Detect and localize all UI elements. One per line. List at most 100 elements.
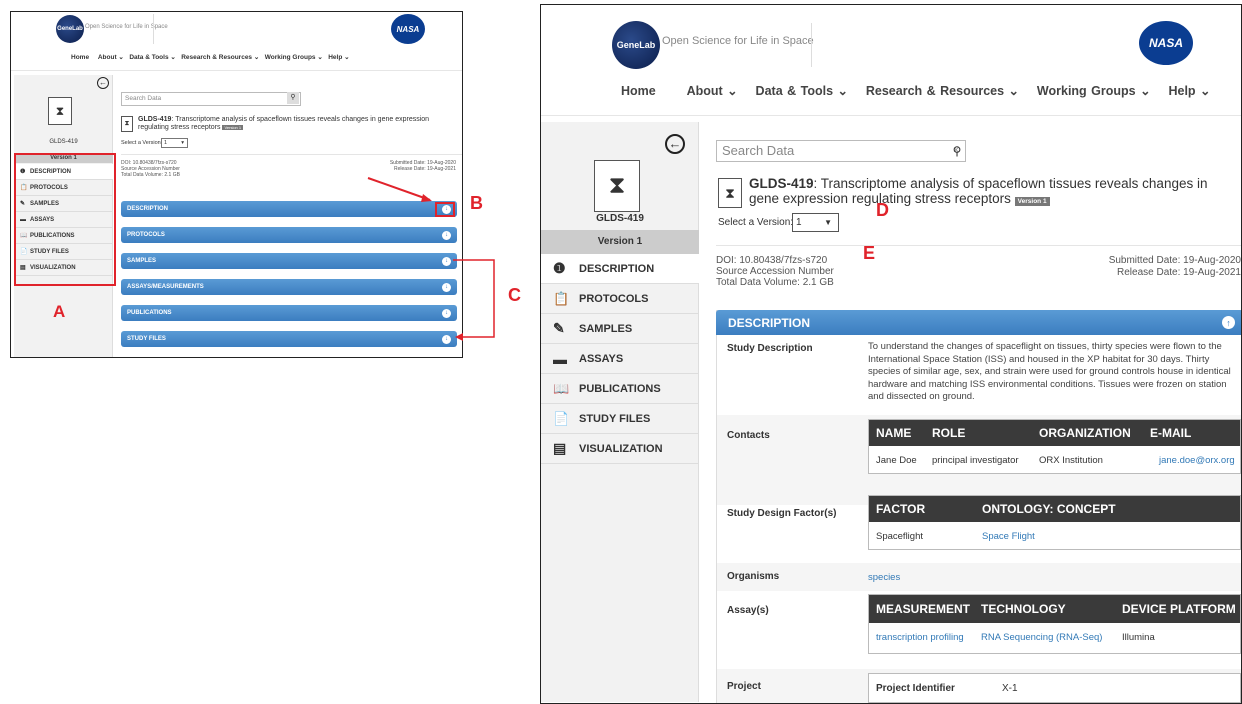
sidebar-item-protocols[interactable]: 📋 PROTOCOLS [541, 284, 699, 314]
nav-home[interactable]: Home [621, 84, 656, 98]
study-description-label: Study Description [727, 343, 813, 354]
contacts-label: Contacts [727, 430, 770, 441]
annotation-box-a [14, 153, 116, 286]
dataset-meta: DOI: 10.80438/7fzs-s720 Source Accession… [121, 160, 180, 178]
section-bar-study-files[interactable]: STUDY FILES ↓ [121, 331, 457, 347]
divider [716, 245, 1241, 246]
version-select[interactable]: 1 ▼ [792, 213, 839, 232]
assay-table-header: MEASUREMENT TECHNOLOGY DEVICE PLATFORM [869, 595, 1240, 623]
expand-icon[interactable]: ↓ [442, 282, 451, 292]
expand-icon[interactable]: ↓ [442, 334, 451, 344]
file-download-icon: 📄 [553, 410, 570, 426]
sidebar-version: Version 1 [541, 230, 699, 254]
section-bar-description[interactable]: DESCRIPTION ↑ [716, 310, 1241, 335]
contacts-table: NAME ROLE ORGANIZATION E-MAIL Jane Doe p… [868, 419, 1241, 474]
section-bar-description[interactable]: DESCRIPTION ↓ [121, 201, 457, 217]
bar-chart-icon: ▤ [553, 440, 567, 456]
nav-data-tools[interactable]: Data & Tools ⌄ [129, 54, 176, 61]
technology-link[interactable]: RNA Sequencing (RNA-Seq) [981, 632, 1102, 643]
sidebar-item-visualization[interactable]: ▤ VISUALIZATION [541, 434, 699, 464]
table-row: transcription profiling RNA Sequencing (… [876, 632, 1155, 643]
study-description-text: To understand the changes of spaceflight… [868, 341, 1231, 402]
dataset-dna-icon: ⧗ [718, 178, 742, 208]
genelab-logo[interactable]: GeneLab [612, 21, 660, 69]
collapse-sidebar-icon[interactable]: ← [97, 77, 109, 89]
nav-research[interactable]: Research & Resources ⌄ [866, 84, 1019, 98]
divider [121, 154, 462, 155]
pipette-icon: ✎ [553, 320, 565, 336]
expand-icon[interactable]: ↓ [442, 256, 451, 266]
sidebar-item-description[interactable]: ❶ DESCRIPTION [541, 254, 699, 284]
factor-table: FACTOR ONTOLOGY: CONCEPT Spaceflight Spa… [868, 495, 1241, 550]
collapse-icon[interactable]: ↑ [1222, 316, 1235, 329]
nav-divider [541, 115, 1241, 116]
doi: DOI: 10.80438/7fzs-s720 [716, 255, 828, 266]
header-divider [811, 23, 812, 67]
nasa-logo[interactable]: NASA [1139, 21, 1193, 65]
section-bar-publications[interactable]: PUBLICATIONS ↓ [121, 305, 457, 321]
section-bar-assays[interactable]: ASSAYS/MEASUREMENTS ↓ [121, 279, 457, 295]
ontology-link[interactable]: Space Flight [982, 531, 1035, 542]
sidebar-item-assays[interactable]: ▬ ASSAYS [541, 344, 699, 374]
dna-icon: ⧗ [48, 97, 72, 125]
factor-table-header: FACTOR ONTOLOGY: CONCEPT [869, 496, 1240, 522]
nav-about[interactable]: About ⌄ [687, 84, 738, 98]
source-accession: Source Accession Number [716, 266, 834, 277]
nav-help[interactable]: Help ⌄ [1168, 84, 1210, 98]
sidebar-item-study-files[interactable]: 📄 STUDY FILES [541, 404, 699, 434]
book-icon: 📖 [553, 380, 570, 396]
sidebar-dataset-id: GLDS-419 [596, 213, 644, 224]
dataset-dna-icon: ⧗ [121, 116, 133, 132]
table-row: Jane Doe principal investigator ORX Inst… [876, 455, 1235, 466]
clipboard-icon: 📋 [553, 290, 570, 306]
expand-icon[interactable]: ↓ [442, 230, 451, 240]
nav-working-groups[interactable]: Working Groups ⌄ [1037, 84, 1151, 98]
dataset-meta: DOI: 10.80438/7fzs-s720 Source Accession… [716, 255, 834, 288]
expand-icon[interactable]: ↓ [442, 308, 451, 318]
genelab-logo[interactable]: GeneLab [56, 15, 84, 43]
search-icon[interactable]: ⚲ [287, 92, 299, 104]
nav-about[interactable]: About ⌄ [98, 54, 124, 61]
project-table: Project Identifier X-1 [868, 673, 1241, 703]
submitted-date: Submitted Date: 19-Aug-2020 [1108, 255, 1241, 266]
release-date: Release Date: 19-Aug-2021 [1117, 267, 1241, 278]
email-link[interactable]: jane.doe@orx.org [1159, 455, 1235, 466]
measurement-link[interactable]: transcription profiling [876, 632, 964, 643]
total-volume: Total Data Volume: 2.1 GB [716, 277, 834, 288]
annotation-box-b [435, 202, 455, 217]
info-icon: ❶ [553, 260, 566, 276]
top-nav: Home About ⌄ Data & Tools ⌄ Research & R… [621, 83, 1211, 98]
section-bar-samples[interactable]: SAMPLES ↓ [121, 253, 457, 269]
search-input[interactable]: Search Data× [121, 92, 301, 106]
nav-data-tools[interactable]: Data & Tools ⌄ [756, 84, 848, 98]
annotation-label-b: B [470, 193, 483, 213]
nav-working-groups[interactable]: Working Groups ⌄ [265, 54, 323, 61]
version-select[interactable]: 1 ▾ [161, 138, 188, 148]
collapse-sidebar-icon[interactable]: ← [665, 134, 685, 154]
annotation-label-d: D [876, 200, 889, 220]
release-date: Release Date: 19-Aug-2021 [394, 166, 456, 172]
nav-home[interactable]: Home [71, 54, 89, 61]
sidebar-item-publications[interactable]: 📖 PUBLICATIONS [541, 374, 699, 404]
search-icon[interactable]: ⚲ [948, 141, 966, 161]
sidebar-menu: ❶ DESCRIPTION 📋 PROTOCOLS ✎ SAMPLES ▬ ASSAYS… [541, 254, 699, 464]
project-label: Project [727, 681, 761, 692]
total-volume: Total Data Volume: 2.1 GB [121, 172, 180, 178]
section-bar-protocols[interactable]: PROTOCOLS ↓ [121, 227, 457, 243]
dataset-dates: Submitted Date: 19-Aug-2020 Release Date… [1109, 255, 1241, 279]
nav-research[interactable]: Research & Resources ⌄ [181, 54, 259, 61]
contacts-table-header: NAME ROLE ORGANIZATION E-MAIL [869, 420, 1240, 446]
sidebar-item-samples[interactable]: ✎ SAMPLES [541, 314, 699, 344]
nav-divider [11, 70, 462, 71]
nasa-logo[interactable]: NASA [391, 14, 425, 44]
dataset-title: GLDS-419: Transcriptome analysis of spac… [749, 176, 1208, 206]
organisms-link[interactable]: species [868, 572, 900, 583]
nav-help[interactable]: Help ⌄ [328, 54, 349, 61]
top-nav: Home About ⌄ Data & Tools ⌄ Research & R… [71, 53, 350, 61]
organisms-row-bg [717, 563, 1241, 591]
header-divider [153, 14, 154, 44]
annotation-label-e: E [863, 243, 876, 263]
search-input[interactable]: Search Data× [716, 140, 966, 162]
table-row: Spaceflight Space Flight [876, 531, 1035, 542]
version-selector-label: Select a Version: [718, 217, 794, 228]
